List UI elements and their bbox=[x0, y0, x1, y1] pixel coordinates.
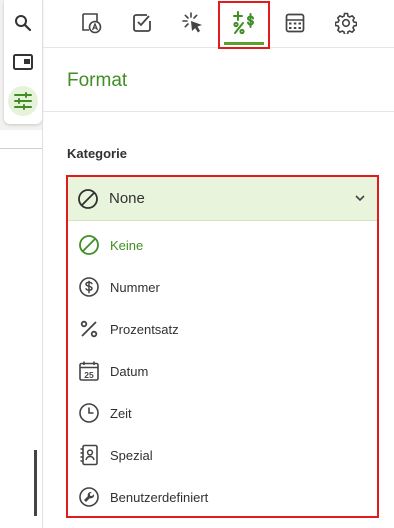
calculator-icon bbox=[285, 13, 305, 38]
panel-icon[interactable] bbox=[8, 47, 38, 77]
rail-toolbar bbox=[4, 0, 42, 124]
dollar-circle-icon bbox=[77, 275, 101, 299]
none-icon bbox=[76, 187, 100, 211]
chevron-down-icon bbox=[353, 191, 367, 205]
gridline bbox=[0, 148, 42, 149]
tab-interactions[interactable] bbox=[169, 2, 217, 48]
tab-validation[interactable] bbox=[118, 2, 166, 48]
dropdown-option-nummer[interactable]: Nummer bbox=[68, 266, 377, 308]
option-label: Zeit bbox=[110, 405, 132, 421]
svg-text:25: 25 bbox=[84, 370, 94, 380]
gear-icon bbox=[334, 12, 358, 39]
option-label: Benutzerdefiniert bbox=[110, 489, 209, 505]
dropdown-option-zeit[interactable]: Zeit bbox=[68, 392, 377, 434]
tab-settings[interactable] bbox=[322, 2, 370, 48]
number-format-icon bbox=[231, 10, 257, 41]
option-label: Spezial bbox=[110, 447, 153, 463]
category-label: Kategorie bbox=[67, 146, 127, 161]
panel-divider bbox=[42, 0, 43, 528]
scroll-indicator bbox=[34, 450, 37, 516]
sliders-icon[interactable] bbox=[8, 86, 38, 116]
tab-bar bbox=[43, 0, 394, 49]
dropdown-option-spezial[interactable]: Spezial bbox=[68, 434, 377, 476]
percent-icon bbox=[77, 317, 101, 341]
category-dropdown[interactable]: None Keine Nummer Prozentsatz 25 Datum Z… bbox=[66, 175, 379, 518]
tab-calculator[interactable] bbox=[271, 2, 319, 48]
wrench-icon bbox=[77, 485, 101, 509]
tab-number-format[interactable] bbox=[218, 1, 270, 49]
sheet-preview bbox=[0, 130, 42, 528]
option-label: Nummer bbox=[110, 279, 160, 295]
click-icon bbox=[182, 11, 204, 39]
active-tab-indicator bbox=[224, 42, 264, 45]
dropdown-selected-value: None bbox=[109, 190, 145, 207]
dropdown-option-keine[interactable]: Keine bbox=[68, 224, 377, 266]
section-divider bbox=[43, 111, 394, 112]
dropdown-option-datum[interactable]: 25 Datum bbox=[68, 350, 377, 392]
left-rail bbox=[0, 0, 42, 528]
tab-text-format[interactable] bbox=[67, 2, 115, 48]
dropdown-option-benutzerdefiniert[interactable]: Benutzerdefiniert bbox=[68, 476, 377, 518]
option-label: Datum bbox=[110, 363, 149, 379]
panel-title: Format bbox=[67, 70, 128, 91]
checkbox-icon bbox=[132, 13, 152, 38]
none-icon bbox=[77, 233, 101, 257]
text-format-icon bbox=[80, 12, 102, 39]
clock-icon bbox=[77, 401, 101, 425]
option-label: Prozentsatz bbox=[110, 321, 179, 337]
dropdown-option-prozentsatz[interactable]: Prozentsatz bbox=[68, 308, 377, 350]
option-label: Keine bbox=[110, 237, 144, 253]
search-icon[interactable] bbox=[8, 8, 38, 38]
calendar-icon: 25 bbox=[77, 359, 101, 383]
contact-card-icon bbox=[77, 443, 101, 467]
dropdown-selected[interactable]: None bbox=[68, 177, 377, 221]
